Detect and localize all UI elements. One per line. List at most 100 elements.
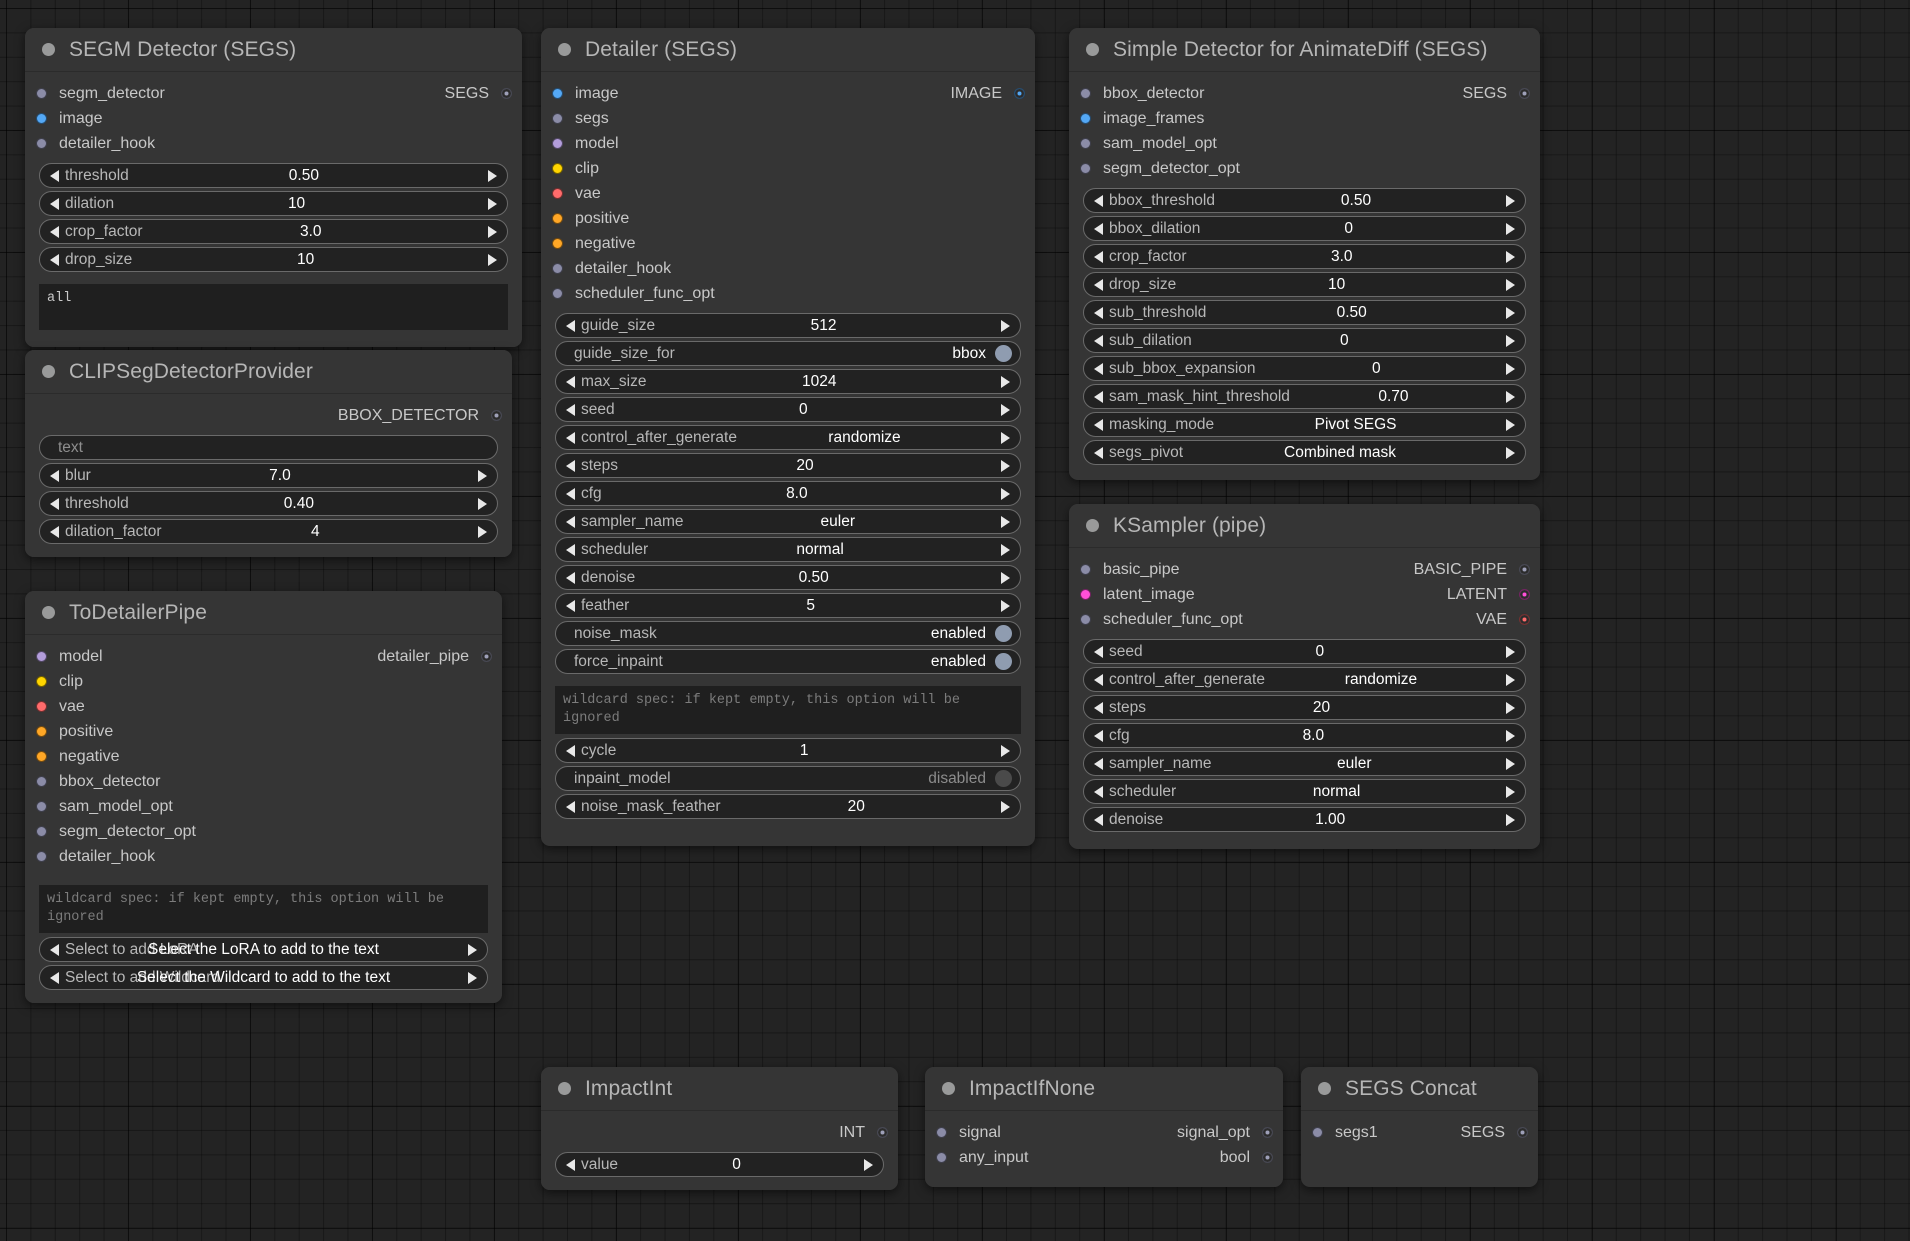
output-slot-IMAGE[interactable]: IMAGE bbox=[950, 81, 1025, 106]
arrow-left-icon[interactable] bbox=[566, 744, 575, 757]
arrow-left-icon[interactable] bbox=[50, 525, 59, 538]
arrow-left-icon[interactable] bbox=[566, 543, 575, 556]
output-dot-icon[interactable] bbox=[1519, 88, 1530, 99]
arrow-right-icon[interactable] bbox=[1506, 645, 1515, 658]
node-collapse-icon[interactable] bbox=[558, 1082, 571, 1095]
widget-select-to-add-lora[interactable]: Select to add LoRA Select the LoRA to add… bbox=[39, 937, 488, 963]
output-slot-INT[interactable]: INT bbox=[839, 1120, 888, 1145]
arrow-left-icon[interactable] bbox=[1094, 757, 1103, 770]
arrow-right-icon[interactable] bbox=[1000, 744, 1010, 757]
widget-noise-mask-feather[interactable]: noise_mask_feather 20 bbox=[555, 794, 1021, 820]
input-dot-icon[interactable] bbox=[552, 163, 563, 174]
input-dot-icon[interactable] bbox=[552, 263, 563, 274]
input-dot-icon[interactable] bbox=[36, 701, 47, 712]
input-slot-clip[interactable]: clip bbox=[36, 669, 83, 694]
widget-seed[interactable]: seed 0 bbox=[555, 397, 1021, 422]
arrow-left-icon[interactable] bbox=[1094, 222, 1103, 235]
input-dot-icon[interactable] bbox=[1080, 589, 1091, 600]
arrow-right-icon[interactable] bbox=[1001, 459, 1010, 472]
widget-bbox-threshold[interactable]: bbox_threshold 0.50 bbox=[1083, 188, 1526, 213]
input-slot-segm_detector_opt[interactable]: segm_detector_opt bbox=[36, 819, 196, 844]
output-slot-SEGS[interactable]: SEGS bbox=[1463, 81, 1530, 106]
input-dot-icon[interactable] bbox=[1312, 1127, 1323, 1138]
arrow-right-icon[interactable] bbox=[468, 943, 477, 956]
input-dot-icon[interactable] bbox=[552, 288, 563, 299]
output-slot-SEGS[interactable]: SEGS bbox=[445, 81, 512, 106]
node-collapse-icon[interactable] bbox=[558, 43, 571, 56]
input-slot-bbox_detector[interactable]: bbox_detector bbox=[36, 769, 160, 794]
arrow-right-icon[interactable] bbox=[1000, 375, 1010, 388]
input-slot-image[interactable]: image bbox=[36, 106, 103, 131]
input-dot-icon[interactable] bbox=[552, 138, 563, 149]
arrow-right-icon[interactable] bbox=[1000, 319, 1010, 332]
arrow-right-icon[interactable] bbox=[488, 169, 497, 182]
input-dot-icon[interactable] bbox=[1080, 564, 1091, 575]
widget-cfg[interactable]: cfg 8.0 bbox=[555, 481, 1021, 506]
arrow-left-icon[interactable] bbox=[50, 197, 59, 210]
widget-cycle[interactable]: cycle 1 bbox=[555, 738, 1021, 764]
arrow-right-icon[interactable] bbox=[1506, 729, 1515, 742]
arrow-left-icon[interactable] bbox=[1094, 673, 1103, 686]
arrow-right-icon[interactable] bbox=[1001, 487, 1010, 500]
toggle-icon[interactable] bbox=[995, 345, 1012, 362]
input-dot-icon[interactable] bbox=[36, 801, 47, 812]
arrow-left-icon[interactable] bbox=[50, 943, 59, 956]
input-dot-icon[interactable] bbox=[552, 188, 563, 199]
widget-blur[interactable]: blur 7.0 bbox=[39, 463, 498, 488]
widget-steps[interactable]: steps 20 bbox=[1083, 695, 1526, 720]
output-slot-signal_opt[interactable]: signal_opt bbox=[1177, 1120, 1273, 1145]
output-dot-icon[interactable] bbox=[501, 88, 512, 99]
arrow-right-icon[interactable] bbox=[1505, 390, 1515, 403]
arrow-right-icon[interactable] bbox=[1001, 800, 1010, 813]
input-slot-bbox_detector[interactable]: bbox_detector bbox=[1080, 81, 1204, 106]
node-impact-int[interactable]: ImpactInt INT value 0 bbox=[541, 1067, 898, 1190]
arrow-right-icon[interactable] bbox=[468, 971, 477, 984]
node-collapse-icon[interactable] bbox=[1086, 43, 1099, 56]
arrow-right-icon[interactable] bbox=[1505, 334, 1515, 347]
input-slot-image[interactable]: image bbox=[552, 81, 619, 106]
node-ksampler-pipe[interactable]: KSampler (pipe) basic_pipe BASIC_PIPE laten… bbox=[1069, 504, 1540, 849]
input-dot-icon[interactable] bbox=[36, 676, 47, 687]
arrow-left-icon[interactable] bbox=[1094, 334, 1103, 347]
widget-segs-pivot[interactable]: segs_pivot Combined mask bbox=[1083, 440, 1526, 465]
arrow-right-icon[interactable] bbox=[1000, 543, 1010, 556]
input-slot-clip[interactable]: clip bbox=[552, 156, 599, 181]
node-title-bar[interactable]: SEGS Concat bbox=[1301, 1067, 1538, 1111]
input-dot-icon[interactable] bbox=[36, 851, 47, 862]
input-slot-model[interactable]: model bbox=[36, 644, 103, 669]
arrow-left-icon[interactable] bbox=[1094, 418, 1103, 431]
widget-sampler-name[interactable]: sampler_name euler bbox=[555, 509, 1021, 534]
arrow-left-icon[interactable] bbox=[566, 571, 575, 584]
node-collapse-icon[interactable] bbox=[42, 365, 55, 378]
arrow-right-icon[interactable] bbox=[1505, 306, 1515, 319]
input-slot-any_input[interactable]: any_input bbox=[936, 1145, 1028, 1170]
widget-seed[interactable]: seed 0 bbox=[1083, 639, 1526, 664]
arrow-left-icon[interactable] bbox=[50, 225, 59, 238]
arrow-right-icon[interactable] bbox=[1001, 515, 1010, 528]
input-dot-icon[interactable] bbox=[552, 213, 563, 224]
arrow-left-icon[interactable] bbox=[50, 169, 59, 182]
arrow-left-icon[interactable] bbox=[50, 253, 59, 266]
arrow-right-icon[interactable] bbox=[477, 469, 487, 482]
arrow-left-icon[interactable] bbox=[50, 971, 59, 984]
widget-threshold[interactable]: threshold 0.50 bbox=[39, 163, 508, 188]
node-title-bar[interactable]: ImpactInt bbox=[541, 1067, 898, 1111]
output-slot-LATENT[interactable]: LATENT bbox=[1447, 582, 1530, 607]
input-slot-segs1[interactable]: segs1 bbox=[1312, 1120, 1378, 1145]
input-slot-model[interactable]: model bbox=[552, 131, 619, 156]
arrow-right-icon[interactable] bbox=[477, 525, 487, 538]
input-dot-icon[interactable] bbox=[36, 726, 47, 737]
widget-dilation-factor[interactable]: dilation_factor 4 bbox=[39, 519, 498, 544]
arrow-left-icon[interactable] bbox=[1094, 250, 1103, 263]
widget-crop-factor[interactable]: crop_factor 3.0 bbox=[39, 219, 508, 244]
node-to-detailer-pipe[interactable]: ToDetailerPipe model detailer_pipe clip vae p… bbox=[25, 591, 502, 1004]
arrow-right-icon[interactable] bbox=[1505, 362, 1515, 375]
input-dot-icon[interactable] bbox=[552, 113, 563, 124]
output-slot-SEGS[interactable]: SEGS bbox=[1461, 1120, 1528, 1145]
node-title-bar[interactable]: Detailer (SEGS) bbox=[541, 28, 1035, 72]
output-slot-BBOX_DETECTOR[interactable]: BBOX_DETECTOR bbox=[338, 403, 502, 428]
widget-sub-bbox-expansion[interactable]: sub_bbox_expansion 0 bbox=[1083, 356, 1526, 381]
widget-threshold[interactable]: threshold 0.40 bbox=[39, 491, 498, 516]
widget-feather[interactable]: feather 5 bbox=[555, 593, 1021, 618]
widget-bbox-dilation[interactable]: bbox_dilation 0 bbox=[1083, 216, 1526, 241]
